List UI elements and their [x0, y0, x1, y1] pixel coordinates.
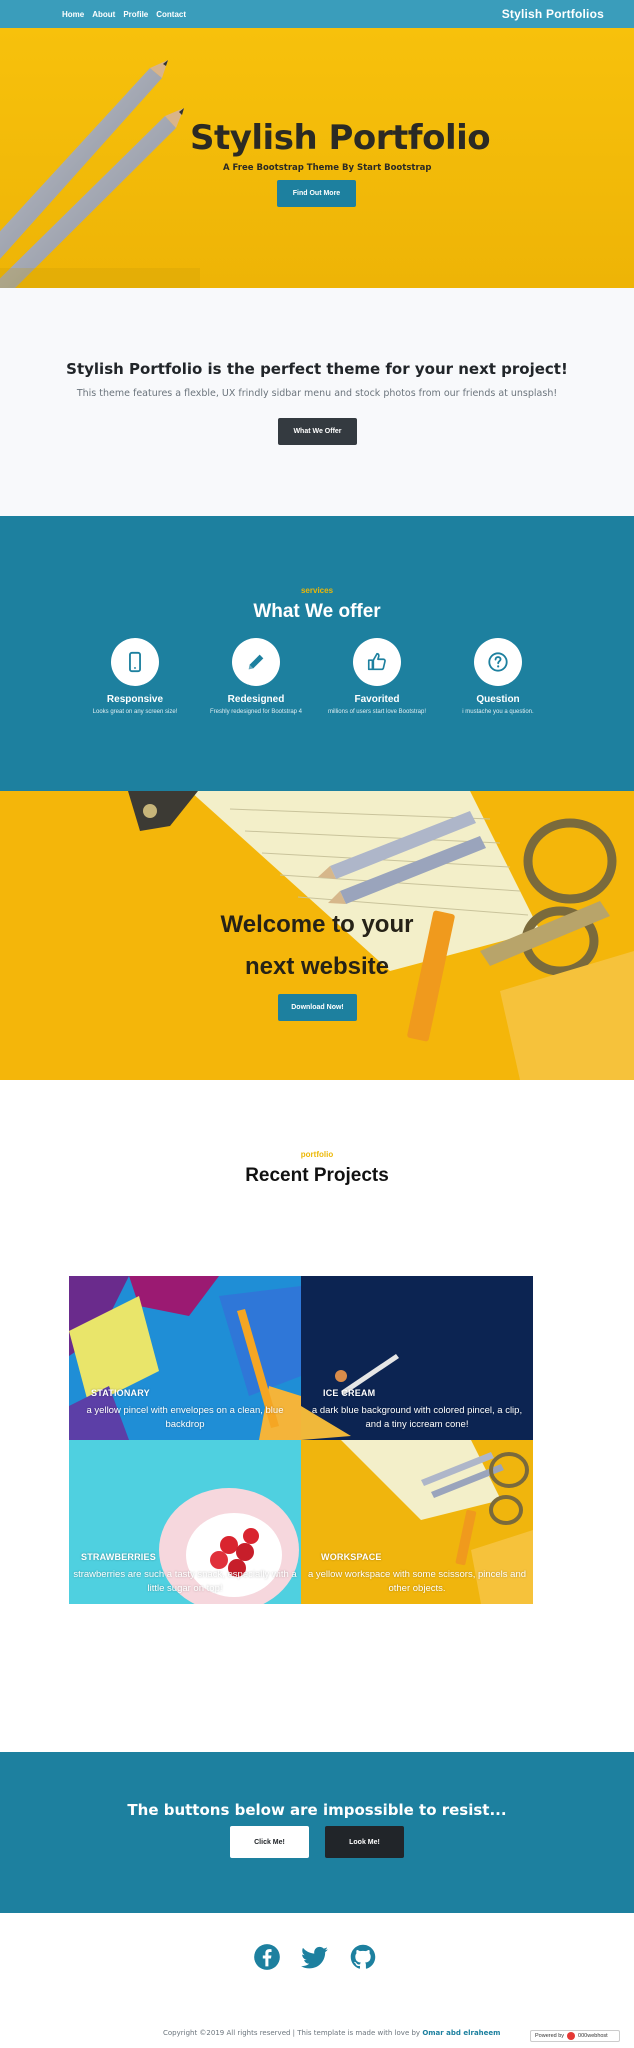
- github-link[interactable]: [349, 1943, 377, 1971]
- hero-section: Stylish Portfolio A Free Bootstrap Theme…: [0, 28, 634, 288]
- cta-section: The buttons below are impossible to resi…: [0, 1752, 634, 1913]
- service-responsive: Responsive Looks great on any screen siz…: [70, 638, 200, 715]
- service-icon-circle: [111, 638, 159, 686]
- question-icon: [488, 652, 508, 672]
- hero-title: Stylish Portfolio: [190, 118, 491, 158]
- nav-link-home[interactable]: Home: [62, 10, 84, 19]
- service-title: Favorited: [354, 694, 400, 705]
- services-kicker: services: [300, 586, 334, 595]
- service-icon-circle: [474, 638, 522, 686]
- facebook-icon: [254, 1944, 280, 1970]
- portfolio-section: portfolio Recent Projects STATIONARY a y…: [0, 1080, 634, 1752]
- look-me-button[interactable]: Look Me!: [325, 1826, 404, 1858]
- tile-description: strawberries are such a tasty snack, esp…: [73, 1569, 297, 1594]
- callout-line-2: next website: [244, 953, 390, 980]
- service-text: millions of users start love Bootstrap!: [327, 709, 427, 715]
- download-now-button[interactable]: Download Now!: [278, 994, 357, 1021]
- callout-line-1: Welcome to your: [220, 911, 414, 938]
- twitter-icon: [301, 1946, 328, 1969]
- service-title: Redesigned: [227, 694, 285, 705]
- about-title: Stylish Portfolio is the perfect theme f…: [66, 360, 568, 378]
- brand-title[interactable]: Stylish Portfolios: [502, 7, 604, 21]
- nav-link-about[interactable]: About: [92, 10, 115, 19]
- mobile-phone-icon: [129, 651, 141, 673]
- webhost-logo-icon: [567, 2032, 576, 2040]
- powered-by-badge[interactable]: Powered by 000webhost: [530, 2030, 620, 2042]
- hero-subtitle: A Free Bootstrap Theme By Start Bootstra…: [223, 163, 432, 173]
- service-question: Question i mustache you a question.: [433, 638, 563, 715]
- service-redesigned: Redesigned Freshly redesigned for Bootst…: [191, 638, 321, 715]
- service-icon-circle: [232, 638, 280, 686]
- service-icon-circle: [353, 638, 401, 686]
- services-title: What We offer: [253, 601, 381, 622]
- nav-link-contact[interactable]: Contact: [156, 10, 186, 19]
- tile-name: STRAWBERRIES: [81, 1552, 156, 1562]
- portfolio-item-stationary[interactable]: STATIONARY a yellow pincel with envelope…: [69, 1276, 301, 1440]
- thumbs-up-icon: [367, 652, 386, 671]
- service-text: i mustache you a question.: [462, 709, 534, 715]
- service-text: Freshly redesigned for Bootstrap 4: [209, 709, 303, 715]
- copyright-text: Copyright ©2019 All rights reserved | Th…: [163, 2029, 500, 2037]
- service-title: Responsive: [106, 694, 164, 705]
- about-text: This theme features a flexble, UX frindl…: [76, 388, 558, 399]
- tile-description: a yellow workspace with some scissors, p…: [307, 1569, 527, 1594]
- portfolio-item-strawberries[interactable]: STRAWBERRIES strawberries are such a tas…: [69, 1440, 301, 1604]
- service-favorited: Favorited millions of users start love B…: [312, 638, 442, 715]
- service-title: Question: [476, 694, 520, 705]
- tile-description: a yellow pincel with envelopes on a clea…: [86, 1405, 284, 1430]
- tile-name: WORKSPACE: [321, 1552, 382, 1562]
- find-out-more-button[interactable]: Find Out More: [277, 180, 356, 207]
- facebook-link[interactable]: [253, 1943, 281, 1971]
- tile-description: a dark blue background with colored pinc…: [311, 1405, 523, 1430]
- service-text: Looks great on any screen size!: [92, 709, 178, 715]
- footer: Copyright ©2019 All rights reserved | Th…: [0, 1913, 634, 2048]
- pencil-icon: [248, 654, 264, 670]
- portfolio-grid: STATIONARY a yellow pincel with envelope…: [69, 1276, 533, 1604]
- pencils-image: [0, 60, 200, 288]
- portfolio-item-ice-cream[interactable]: ICE CREAM a dark blue background with co…: [301, 1276, 533, 1440]
- copyright-label: Copyright ©2019 All rights reserved | Th…: [163, 2029, 423, 2037]
- tile-name: STATIONARY: [91, 1388, 150, 1398]
- social-links: [253, 1943, 377, 1971]
- nav-links: Home About Profile Contact: [62, 10, 186, 19]
- about-section: Stylish Portfolio is the perfect theme f…: [0, 288, 634, 516]
- twitter-link[interactable]: [301, 1943, 329, 1971]
- github-icon: [350, 1944, 376, 1969]
- powered-by-label: Powered by: [535, 2033, 565, 2039]
- nav-link-profile[interactable]: Profile: [123, 10, 148, 19]
- portfolio-title: Recent Projects: [245, 1165, 389, 1186]
- top-navbar: Home About Profile Contact Stylish Portf…: [0, 0, 634, 28]
- what-we-offer-button[interactable]: What We Offer: [278, 418, 357, 445]
- click-me-button[interactable]: Click Me!: [230, 1826, 309, 1858]
- tile-name: ICE CREAM: [323, 1388, 376, 1398]
- portfolio-item-workspace[interactable]: WORKSPACE a yellow workspace with some s…: [301, 1440, 533, 1604]
- services-section: services What We offer Responsive Looks …: [0, 516, 634, 791]
- powered-by-brand: 000webhost: [578, 2033, 608, 2039]
- portfolio-kicker: portfolio: [300, 1150, 334, 1159]
- cta-title: The buttons below are impossible to resi…: [127, 1801, 507, 1819]
- author-link[interactable]: Omar abd elraheem: [422, 2029, 500, 2037]
- callout-section: Welcome to your next website Download No…: [0, 791, 634, 1080]
